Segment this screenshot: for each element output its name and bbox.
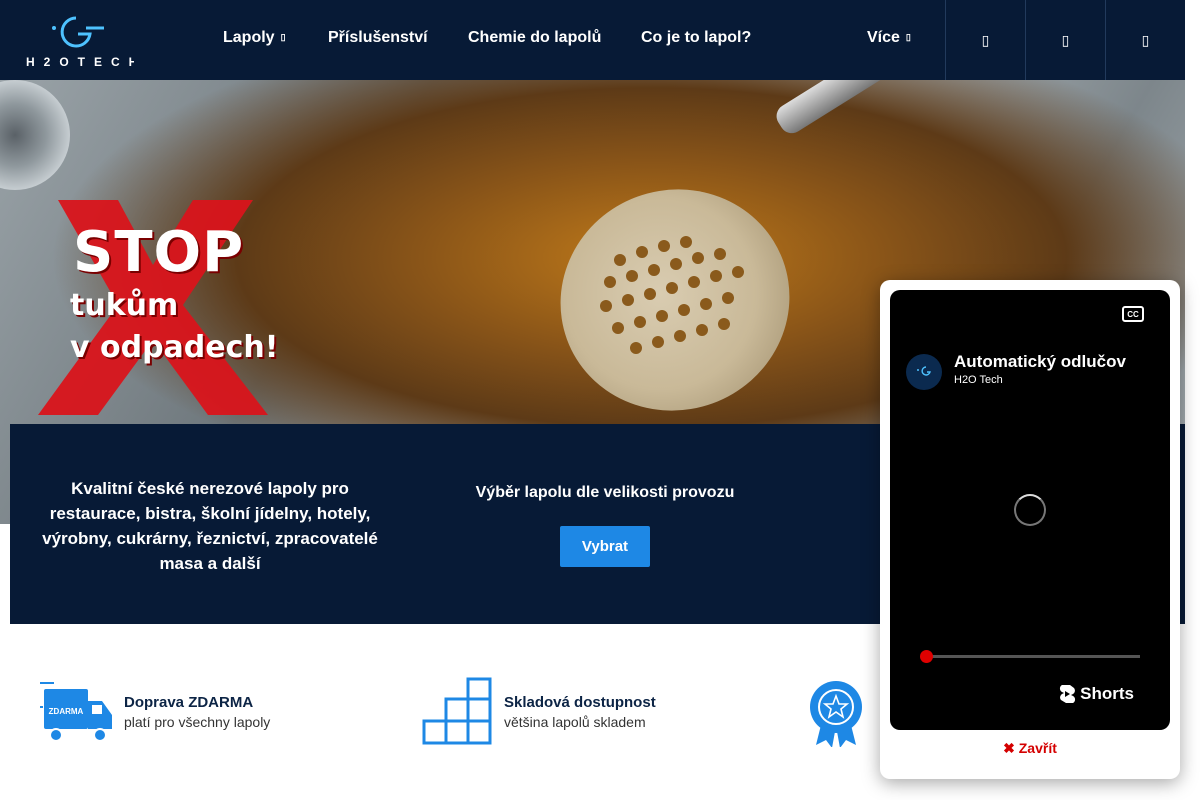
shorts-logo[interactable]: Shorts [1058,684,1134,704]
feature-quality [800,676,876,748]
video-title[interactable]: Automatický odlučov [954,352,1170,372]
feature-subtitle: platí pro všechny lapoly [124,714,271,730]
svg-text:ZDARMA: ZDARMA [49,707,84,716]
feature-subtitle: většina lapolů skladem [504,714,646,730]
logo-wordmark: H2OTECH [26,55,134,69]
channel-avatar[interactable] [906,354,942,390]
youtube-shorts-player[interactable]: CC Automatický odlučov H2O Tech Shorts [890,290,1170,730]
nav-chemie-label: Chemie do lapolů [468,29,602,46]
nav-lapoly[interactable]: Lapoly ▯ [223,29,286,47]
progress-knob[interactable] [920,650,933,663]
shorts-label: Shorts [1080,684,1134,703]
chevron-down-icon: ▯ [905,32,911,43]
search-icon[interactable]: ▯ [945,0,1025,80]
truck-icon: ZDARMA [40,682,112,742]
cart-icon[interactable]: ▯ [1105,0,1185,80]
channel-logo-icon [917,366,931,376]
award-icon [810,681,862,747]
header-actions: ▯ ▯ ▯ [945,0,1185,80]
video-popup: CC Automatický odlučov H2O Tech Shorts ✖… [880,280,1180,779]
stop-fat-banner: STOP tukům v odpadech! [18,190,288,420]
feature-stock: Skladová dostupnost většina lapolů sklad… [420,676,656,748]
close-popup-button[interactable]: ✖ Zavřít [880,740,1180,757]
chevron-down-icon: ▯ [280,32,286,43]
skimmer-handle-image [772,80,1094,138]
channel-name[interactable]: H2O Tech [954,374,1003,386]
progress-track[interactable] [926,655,1140,658]
feature-title: Doprava ZDARMA [124,694,254,711]
h2otech-logo[interactable]: H2OTECH [24,12,137,70]
nav-lapoly-label: Lapoly [223,29,275,46]
loading-spinner-icon [1014,494,1046,526]
user-icon[interactable]: ▯ [1025,0,1105,80]
choose-button[interactable]: Vybrat [560,526,650,567]
stop-line1: tukům [70,288,179,323]
nav-chemie[interactable]: Chemie do lapolů [468,29,601,47]
nav-prislusenstvi-label: Příslušenství [328,29,428,46]
nav-co-je-lapol-label: Co je to lapol? [641,29,752,46]
site-header: H2OTECH Lapoly ▯ Příslušenství Chemie do … [0,0,1185,80]
nav-co-je-lapol[interactable]: Co je to lapol? [641,29,751,47]
stop-line2: v odpadech! [70,330,279,365]
shorts-icon [1060,685,1076,703]
boxes-icon [422,677,492,745]
skimmer-holes [600,236,744,354]
feature-free-shipping: ZDARMA Doprava ZDARMA platí pro všechny … [40,676,270,748]
nav-vice-label: Více [867,29,900,46]
sink-drain-image [0,80,70,190]
intro-text: Kvalitní české nerezové lapoly pro resta… [42,479,378,573]
nav-prislusenstvi[interactable]: Příslušenství [328,29,428,47]
select-by-size-title: Výběr lapolu dle velikosti provozu [475,484,735,501]
captions-button[interactable]: CC [1122,306,1144,322]
stop-title: STOP [73,220,245,285]
nav-vice[interactable]: Více ▯ [867,29,911,47]
feature-title: Skladová dostupnost [504,694,656,711]
